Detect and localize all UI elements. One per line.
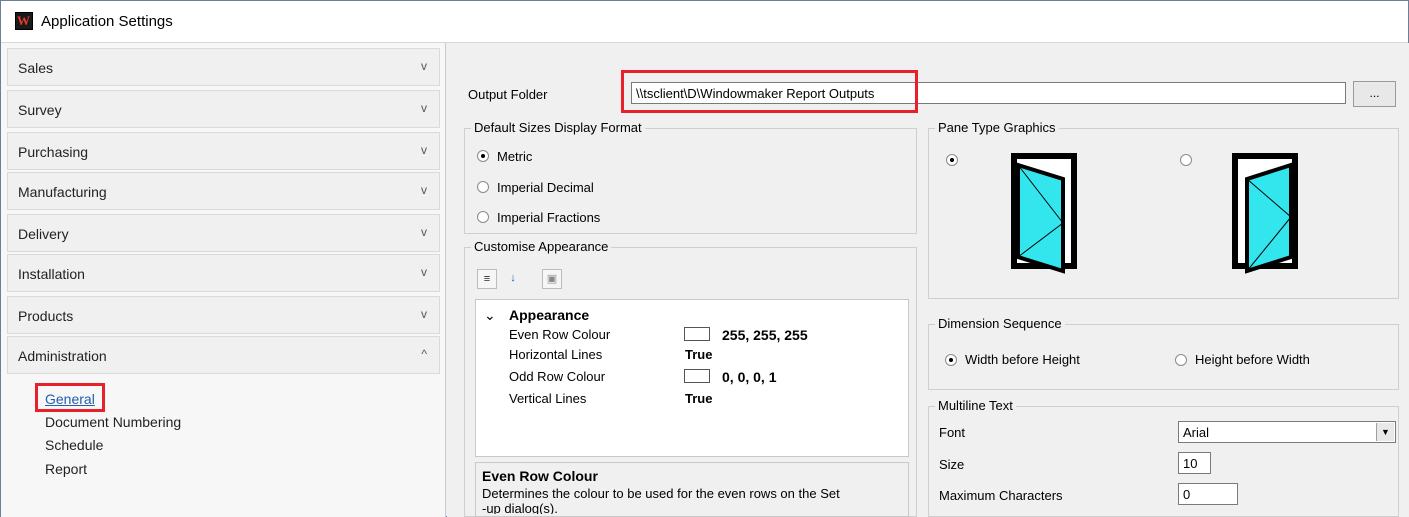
door-left-hinge-graphic: [1011, 153, 1077, 274]
nav-section-purchasing[interactable]: Purchasing v: [7, 132, 440, 170]
nav-section-survey[interactable]: Survey v: [7, 90, 440, 128]
application-settings-window: W Application Settings Sales v Survey v …: [0, 0, 1409, 517]
nav-section-label: Installation: [18, 266, 85, 282]
imperial-decimal-label: Imperial Decimal: [497, 180, 594, 195]
font-select-value: Arial: [1183, 425, 1210, 440]
height-before-width-radio[interactable]: [1175, 354, 1187, 366]
nav-section-label: Delivery: [18, 226, 69, 242]
description-title: Even Row Colour: [482, 468, 598, 484]
pane-type-group: Pane Type Graphics: [928, 120, 1399, 299]
multiline-text-title: Multiline Text: [935, 398, 1016, 413]
chevron-down-icon: v: [421, 307, 427, 321]
width-before-height-radio[interactable]: [945, 354, 957, 366]
description-text: Determines the colour to be used for the…: [482, 486, 840, 501]
nav-section-manufacturing[interactable]: Manufacturing v: [7, 172, 440, 210]
nav-section-products[interactable]: Products v: [7, 296, 440, 334]
property-pages-icon[interactable]: ▣: [542, 269, 562, 289]
sizes-format-title: Default Sizes Display Format: [471, 120, 645, 135]
color-swatch: [684, 369, 710, 383]
color-swatch: [684, 327, 710, 341]
imperial-decimal-radio[interactable]: [477, 181, 489, 193]
imperial-fractions-radio[interactable]: [477, 211, 489, 223]
nav-section-label: Purchasing: [18, 144, 89, 160]
description-text-continued: -up dialog(s).: [482, 501, 558, 514]
customise-appearance-title: Customise Appearance: [471, 239, 612, 254]
nav-item-document-numbering[interactable]: Document Numbering: [45, 414, 181, 430]
dropdown-arrow-icon[interactable]: ▼: [1376, 423, 1394, 441]
maximum-characters-label: Maximum Characters: [939, 488, 1063, 503]
output-folder-label: Output Folder: [468, 87, 548, 102]
nav-section-label: Survey: [18, 102, 62, 118]
chevron-down-icon: v: [421, 183, 427, 197]
chevron-down-icon: v: [421, 59, 427, 73]
nav-section-label: Sales: [18, 60, 54, 76]
maximum-characters-input[interactable]: 0: [1178, 483, 1238, 505]
general-highlight-box: [35, 383, 105, 412]
property-name: Odd Row Colour: [509, 369, 606, 384]
nav-section-label: Manufacturing: [18, 184, 107, 200]
metric-label: Metric: [497, 149, 533, 164]
property-name: Even Row Colour: [509, 327, 611, 342]
width-before-height-label: Width before Height: [965, 352, 1080, 367]
alphabetical-sort-icon[interactable]: ↓: [503, 269, 523, 289]
pane-type-title: Pane Type Graphics: [935, 120, 1059, 135]
browse-button[interactable]: ...: [1353, 81, 1396, 107]
nav-item-schedule[interactable]: Schedule: [45, 437, 103, 453]
nav-section-label: Products: [18, 308, 74, 324]
nav-section-delivery[interactable]: Delivery v: [7, 214, 440, 252]
chevron-up-icon: ^: [421, 347, 427, 361]
size-label: Size: [939, 457, 965, 472]
height-before-width-label: Height before Width: [1195, 352, 1310, 367]
chevron-down-icon: v: [421, 225, 427, 239]
windowmaker-logo-icon: W: [15, 12, 33, 30]
metric-radio[interactable]: [477, 150, 489, 162]
size-input[interactable]: 10: [1178, 452, 1211, 474]
chevron-down-icon[interactable]: ⌄: [484, 307, 496, 324]
imperial-fractions-label: Imperial Fractions: [497, 210, 601, 225]
chevron-down-icon: v: [421, 101, 427, 115]
nav-item-report[interactable]: Report: [45, 461, 87, 477]
chevron-down-icon: v: [421, 143, 427, 157]
property-value[interactable]: True: [685, 347, 712, 362]
categorized-icon[interactable]: ≡: [477, 269, 497, 289]
property-value[interactable]: True: [685, 391, 712, 406]
title-bar: W Application Settings: [1, 1, 1408, 43]
chevron-down-icon: v: [421, 265, 427, 279]
nav-section-installation[interactable]: Installation v: [7, 254, 440, 292]
nav-section-administration[interactable]: Administration ^: [7, 336, 440, 374]
font-label: Font: [939, 425, 966, 440]
output-folder-highlight-box: [621, 70, 918, 113]
pane-type-left-radio[interactable]: [946, 154, 958, 166]
dimension-sequence-title: Dimension Sequence: [935, 316, 1065, 331]
font-select[interactable]: Arial ▼: [1178, 421, 1396, 443]
nav-section-sales[interactable]: Sales v: [7, 48, 440, 86]
property-value[interactable]: 255, 255, 255: [722, 327, 808, 343]
appearance-category: Appearance: [509, 307, 590, 323]
pane-type-right-radio[interactable]: [1180, 154, 1192, 166]
door-right-hinge-graphic: [1232, 153, 1298, 274]
property-name: Vertical Lines: [509, 391, 587, 406]
nav-section-label: Administration: [18, 348, 107, 364]
property-name: Horizontal Lines: [509, 347, 603, 362]
window-title: Application Settings: [41, 13, 173, 30]
property-value[interactable]: 0, 0, 0, 1: [722, 369, 776, 385]
